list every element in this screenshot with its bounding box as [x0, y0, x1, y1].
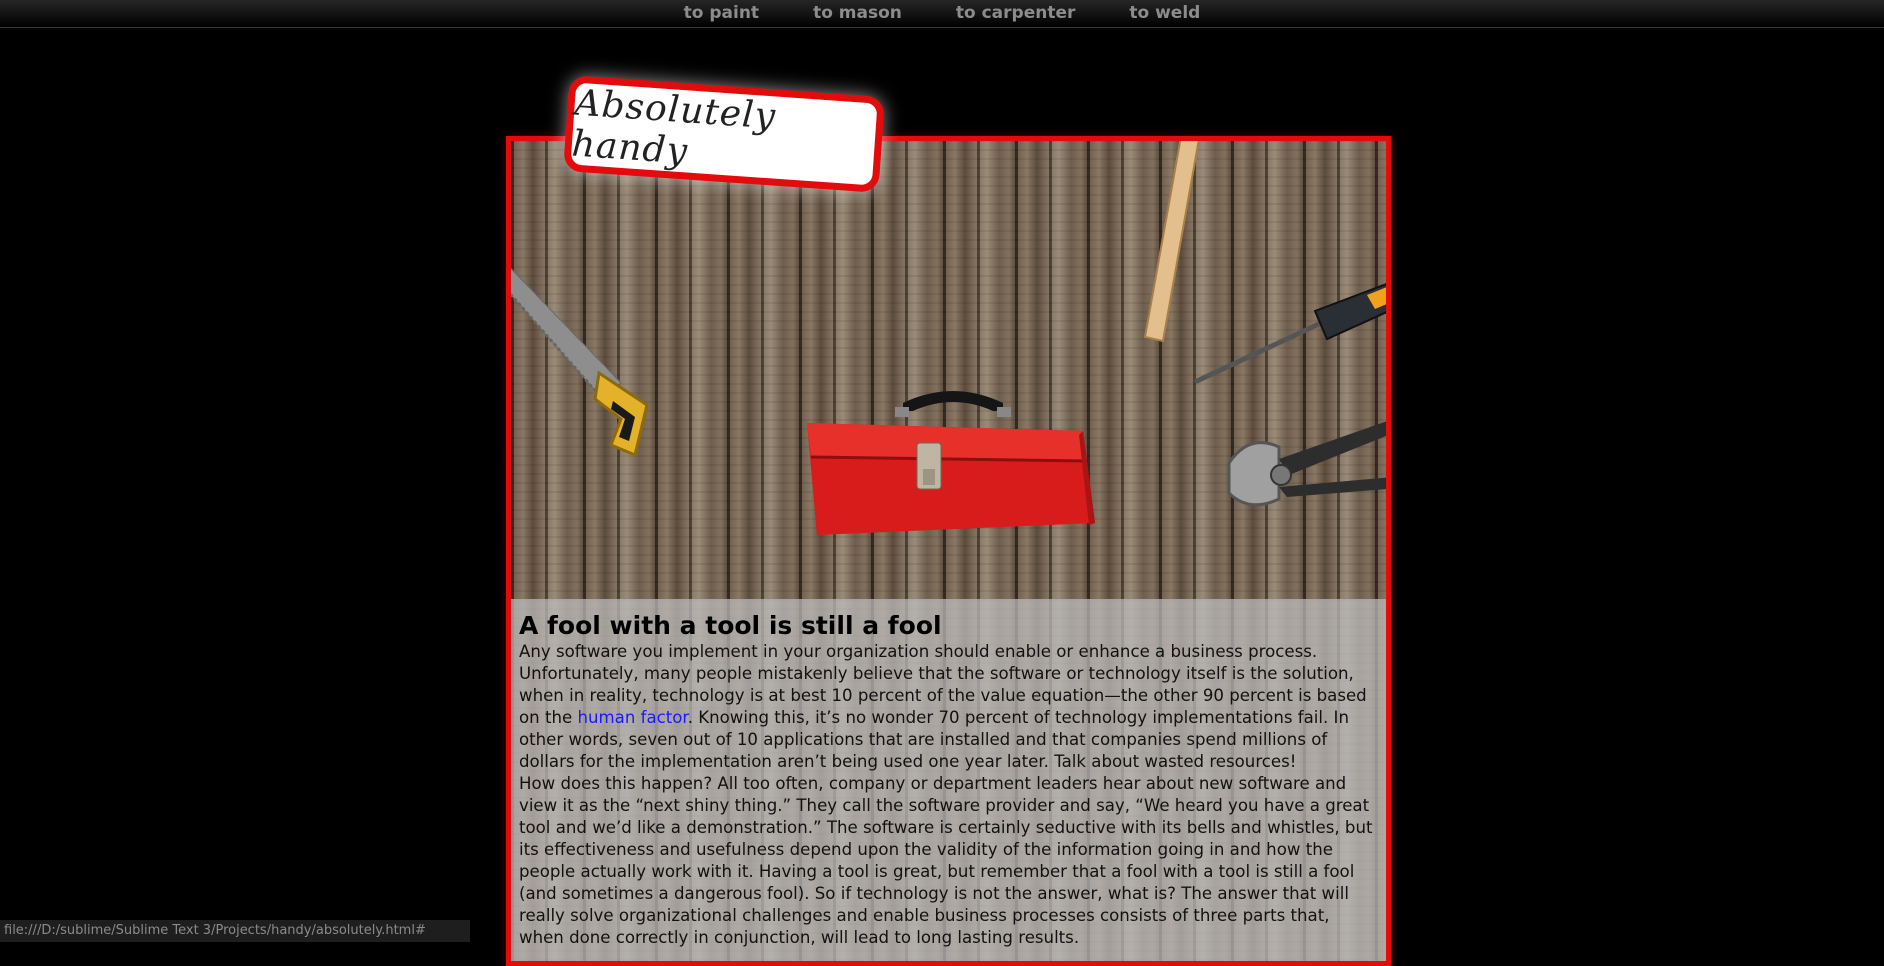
article-paragraph-1: Any software you implement in your organ…: [519, 641, 1378, 773]
main-panel: A fool with a tool is still a fool Any s…: [506, 136, 1391, 966]
saw-icon: [511, 267, 649, 458]
logo-text: Absolutely handy: [570, 82, 778, 173]
nav-link-to-mason[interactable]: to mason: [786, 0, 929, 27]
status-bar-url: file:///D:/sublime/Sublime Text 3/Projec…: [0, 920, 470, 942]
screwdriver-icon: [1194, 283, 1386, 384]
nav-link-to-paint[interactable]: to paint: [657, 0, 786, 27]
article-title: A fool with a tool is still a fool: [519, 611, 942, 640]
article-paragraph-2: How does this happen? All too often, com…: [519, 774, 1373, 947]
top-navigation: to paint to mason to carpenter to weld: [0, 0, 1884, 28]
toolbox-icon: [807, 391, 1095, 535]
nav-link-to-weld[interactable]: to weld: [1102, 0, 1227, 27]
article-section: A fool with a tool is still a fool Any s…: [511, 599, 1386, 961]
human-factor-link[interactable]: human factor: [577, 708, 687, 727]
nav-link-to-carpenter[interactable]: to carpenter: [929, 0, 1103, 27]
pliers-icon: [1227, 421, 1386, 507]
